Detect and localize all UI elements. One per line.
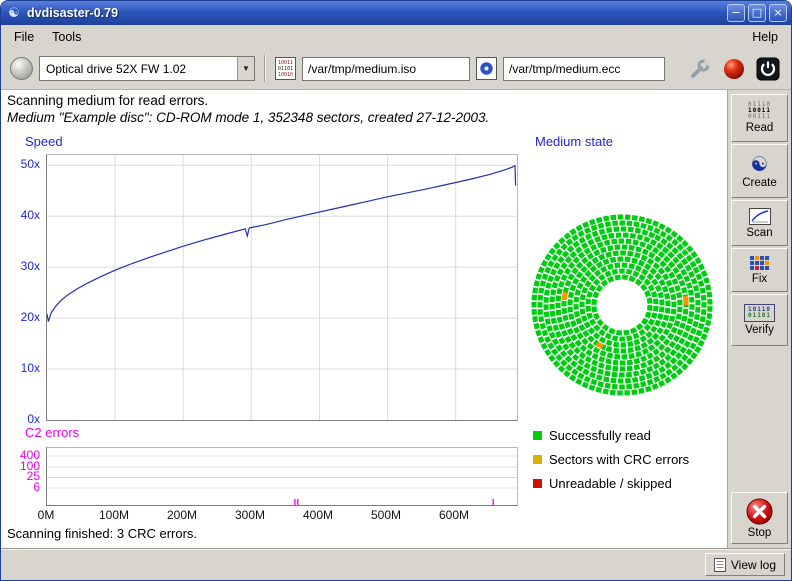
fix-bricks-icon <box>749 255 770 271</box>
verify-button[interactable]: 10110 01101 Verify <box>731 294 788 346</box>
menu-file[interactable]: File <box>5 28 43 46</box>
binary-verify-icon: 10110 01101 <box>744 304 775 322</box>
toolbar: Optical drive 52X FW 1.02 ▼ 10011 01101 … <box>1 48 791 90</box>
minimize-button[interactable]: − <box>727 4 745 22</box>
yin-yang-icon: ☯ <box>751 154 769 175</box>
legend-item: Unreadable / skipped <box>533 476 672 491</box>
maximize-button[interactable]: □ <box>748 4 766 22</box>
chart-pane: Scanning medium for read errors. Medium … <box>1 90 727 548</box>
titlebar[interactable]: ☯ dvdisaster-0.79 − □ × <box>1 1 791 25</box>
action-sidebar: 01110 10011 00111 Read ☯ Create Scan <box>727 90 791 548</box>
help-button[interactable] <box>720 55 748 83</box>
quit-button[interactable] <box>754 55 782 83</box>
speed-y-tick: 30x <box>1 259 40 273</box>
speed-y-tick: 20x <box>1 310 40 324</box>
speed-y-tick: 10x <box>1 361 40 375</box>
c2-chart-title: C2 errors <box>25 425 79 440</box>
status-line-2: Medium "Example disc": CD-ROM mode 1, 35… <box>7 110 489 125</box>
ecc-file-input[interactable] <box>503 57 665 81</box>
read-button[interactable]: 01110 10011 00111 Read <box>731 94 788 142</box>
drive-select-value: Optical drive 52X FW 1.02 <box>40 57 237 80</box>
speed-y-tick: 0x <box>1 412 40 426</box>
menubar: File Tools Help <box>1 25 791 48</box>
menu-help[interactable]: Help <box>743 28 787 46</box>
optical-drive-icon <box>10 57 33 80</box>
legend-label: Unreadable / skipped <box>549 476 672 491</box>
create-button-label: Create <box>742 177 777 189</box>
toolbar-separator <box>264 55 266 82</box>
view-log-label: View log <box>731 558 776 572</box>
binary-read-icon: 01110 10011 00111 <box>748 102 771 120</box>
legend-swatch-crc <box>533 455 542 464</box>
speed-chart <box>46 154 518 421</box>
x-tick: 100M <box>92 508 136 522</box>
main-content: Scanning medium for read errors. Medium … <box>1 90 791 548</box>
x-tick: 400M <box>296 508 340 522</box>
scan-button-label: Scan <box>746 227 772 239</box>
app-window: ☯ dvdisaster-0.79 − □ × File Tools Help … <box>0 0 792 581</box>
preferences-button[interactable] <box>686 55 714 83</box>
c2-y-tick: 6 <box>1 480 40 494</box>
read-button-label: Read <box>746 122 774 134</box>
stop-icon <box>746 498 773 525</box>
status-line-1: Scanning medium for read errors. <box>7 93 208 108</box>
create-button[interactable]: ☯ Create <box>731 144 788 198</box>
fix-button-label: Fix <box>752 273 767 285</box>
speed-y-tick: 50x <box>1 157 40 171</box>
power-icon <box>756 57 780 81</box>
app-icon: ☯ <box>5 6 23 21</box>
menu-tools[interactable]: Tools <box>43 28 90 46</box>
speed-chart-title: Speed <box>25 134 63 149</box>
x-tick: 200M <box>160 508 204 522</box>
c2-chart <box>46 447 518 506</box>
legend-label: Successfully read <box>549 428 651 443</box>
legend-swatch-bad <box>533 479 542 488</box>
stop-button-label: Stop <box>748 527 772 539</box>
speed-y-tick: 40x <box>1 208 40 222</box>
red-sphere-icon <box>723 58 745 80</box>
disc-svg <box>530 213 714 397</box>
medium-state-disc <box>530 213 714 402</box>
medium-state-title: Medium state <box>535 134 613 149</box>
image-file-input[interactable] <box>302 57 470 81</box>
log-page-icon <box>714 558 726 572</box>
image-file-icon: 10011 01101 10010 <box>275 57 296 80</box>
close-button[interactable]: × <box>769 4 787 22</box>
x-tick: 500M <box>364 508 408 522</box>
statusbar: View log <box>1 548 791 580</box>
wrench-icon <box>689 58 711 80</box>
view-log-button[interactable]: View log <box>705 553 785 576</box>
stop-button[interactable]: Stop <box>731 492 788 544</box>
x-tick: 300M <box>228 508 272 522</box>
legend-swatch-ok <box>533 431 542 440</box>
verify-button-label: Verify <box>745 324 774 336</box>
legend-item: Successfully read <box>533 428 651 443</box>
finish-status: Scanning finished: 3 CRC errors. <box>7 526 197 541</box>
c2-chart-svg <box>47 448 517 505</box>
chevron-down-icon[interactable]: ▼ <box>237 57 254 80</box>
legend-item: Sectors with CRC errors <box>533 452 689 467</box>
scan-curve-icon <box>749 208 771 225</box>
drive-select[interactable]: Optical drive 52X FW 1.02 ▼ <box>39 56 255 81</box>
x-tick: 600M <box>432 508 476 522</box>
ecc-file-icon <box>476 57 497 80</box>
scan-button[interactable]: Scan <box>731 200 788 246</box>
legend-label: Sectors with CRC errors <box>549 452 689 467</box>
speed-chart-svg <box>47 155 517 420</box>
window-title: dvdisaster-0.79 <box>27 6 724 20</box>
fix-button[interactable]: Fix <box>731 248 788 292</box>
x-tick: 0M <box>24 508 68 522</box>
